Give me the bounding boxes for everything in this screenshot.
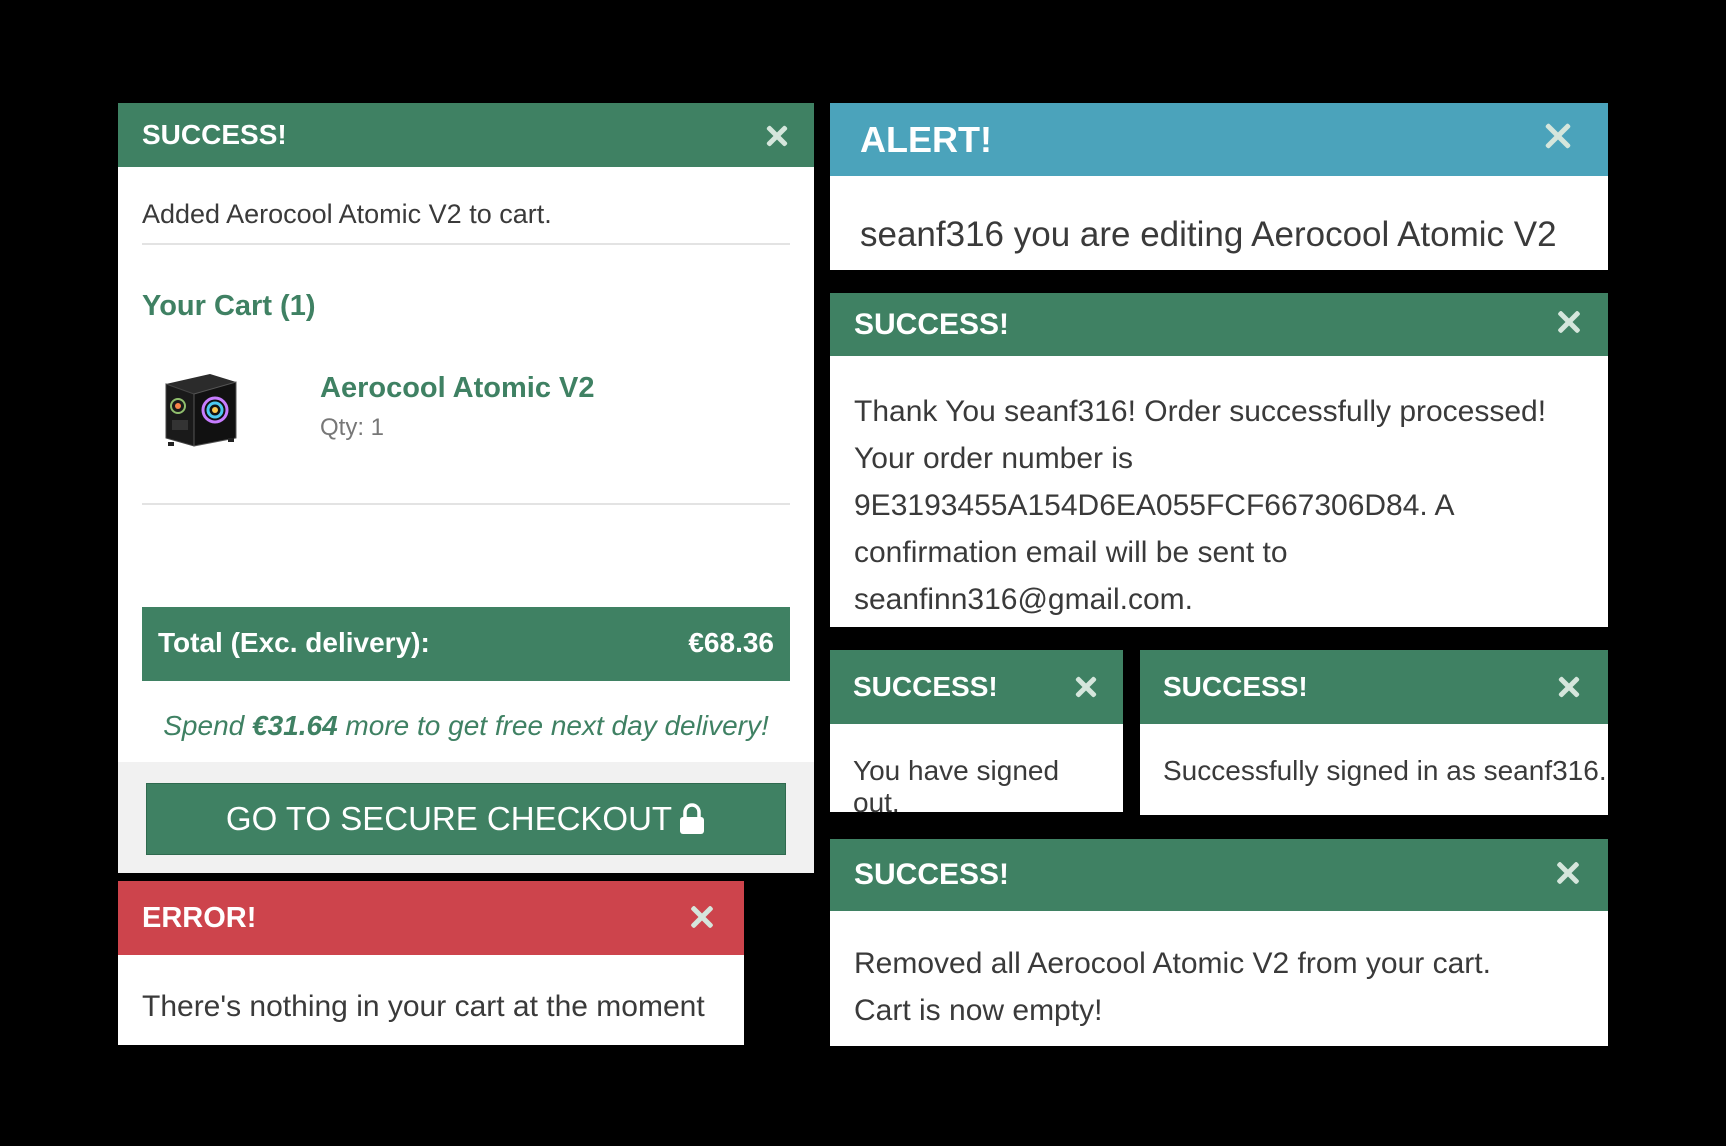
close-icon[interactable] [1554, 859, 1582, 887]
toast-header: ALERT! [830, 103, 1608, 176]
promo-prefix: Spend [163, 710, 252, 741]
order-line: Thank You seanf316! Order successfully p… [854, 395, 1547, 428]
removed-line: Removed all Aerocool Atomic V2 from your… [854, 947, 1491, 980]
toast-title: SUCCESS! [853, 671, 998, 702]
close-icon[interactable] [1542, 120, 1574, 152]
lock-icon [678, 803, 706, 835]
removed-message: Removed all Aerocool Atomic V2 from your… [854, 940, 1588, 1034]
toast-title: SUCCESS! [142, 119, 287, 150]
signout-toast: SUCCESS! You have signed out. [830, 650, 1123, 818]
divider [142, 243, 790, 245]
toast-title: SUCCESS! [854, 307, 1010, 341]
removed-line: Cart is now empty! [854, 994, 1103, 1027]
toast-header: SUCCESS! [118, 103, 814, 167]
close-icon[interactable] [764, 123, 790, 149]
order-message: Thank You seanf316! Order successfully p… [854, 388, 1588, 623]
total-label: Total (Exc. delivery): [158, 627, 430, 658]
order-line: Your order number is [854, 442, 1134, 475]
cart-success-toast: SUCCESS! Added Aerocool Atomic V2 to car… [118, 103, 814, 873]
toast-header: SUCCESS! [830, 839, 1608, 911]
checkout-label: GO TO SECURE CHECKOUT [225, 800, 673, 837]
toast-header: SUCCESS! [830, 293, 1608, 356]
close-icon[interactable] [1555, 308, 1583, 336]
cart-item-name[interactable]: Aerocool Atomic V2 [320, 372, 594, 405]
signin-toast: SUCCESS! Successfully signed in as seanf… [1140, 650, 1608, 815]
delivery-promo: Spend €31.64 more to get free next day d… [118, 710, 814, 742]
total-value: €68.36 [688, 627, 774, 658]
toast-title: SUCCESS! [854, 858, 1010, 891]
toast-title: ALERT! [860, 118, 992, 160]
toast-title: SUCCESS! [1163, 671, 1308, 702]
error-toast: ERROR! There's nothing in your cart at t… [118, 881, 744, 1045]
toast-title: ERROR! [142, 901, 257, 934]
order-line: 9E3193455A154D6EA055FCF667306D84. A [854, 489, 1455, 522]
alert-toast: ALERT! seanf316 you are editing Aerocool… [830, 103, 1608, 270]
cart-item-qty: Qty: 1 [320, 414, 385, 441]
toast-message: Added Aerocool Atomic V2 to cart. [142, 199, 552, 229]
order-line: confirmation email will be sent to [854, 536, 1288, 569]
toast-header: SUCCESS! [830, 650, 1123, 724]
toast-header: SUCCESS! [1140, 650, 1608, 724]
toast-message: Successfully signed in as seanf316. [1163, 755, 1607, 786]
close-icon[interactable] [1073, 674, 1099, 700]
toast-message: There's nothing in your cart at the mome… [142, 990, 705, 1023]
order-success-toast: SUCCESS! Thank You seanf316! Order succe… [830, 293, 1608, 627]
toast-message: You have signed out. [853, 755, 1060, 818]
promo-amount: €31.64 [252, 710, 338, 741]
pc-case-image[interactable] [158, 368, 238, 450]
close-icon[interactable] [1556, 674, 1582, 700]
cart-heading: Your Cart (1) [142, 290, 316, 322]
promo-suffix: more to get free next day delivery! [337, 710, 769, 741]
cart-total-bar: Total (Exc. delivery): €68.36 [142, 607, 790, 681]
divider [142, 503, 790, 505]
toast-header: ERROR! [118, 881, 744, 955]
removed-toast: SUCCESS! Removed all Aerocool Atomic V2 … [830, 839, 1608, 1046]
toast-message: seanf316 you are editing Aerocool Atomic… [860, 215, 1557, 254]
close-icon[interactable] [688, 903, 716, 931]
order-line: seanfinn316@gmail.com. [854, 583, 1193, 616]
checkout-button[interactable]: GO TO SECURE CHECKOUT [146, 783, 786, 855]
